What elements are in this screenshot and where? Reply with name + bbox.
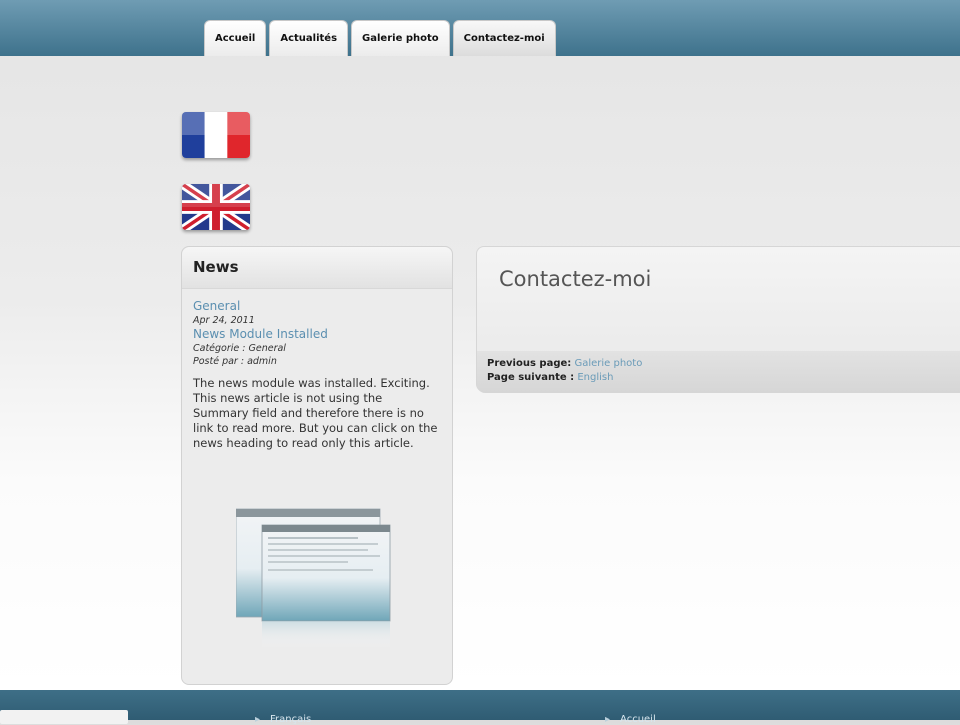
news-headline-link[interactable]: News Module Installed [193,327,441,342]
previous-page-link[interactable]: Galerie photo [574,358,642,369]
flag-france-icon[interactable] [182,112,250,158]
next-page-label: Page suivante : [487,372,575,383]
flag-uk-icon[interactable] [182,184,250,230]
news-item: General Apr 24, 2011 News Module Install… [182,289,452,451]
tab-accueil[interactable]: Accueil [204,20,267,56]
news-sidebar: News General Apr 24, 2011 News Module In… [181,246,453,685]
footer: Français Accueil [0,690,960,725]
next-page-row: Page suivante : English [487,371,950,385]
previous-page-row: Previous page: Galerie photo [487,357,950,371]
news-screenshot-image [236,508,391,649]
main-nav: Accueil Actualités Galerie photo Contact… [204,20,556,56]
news-category-line: Catégorie : General [193,343,286,354]
next-page-link[interactable]: English [577,372,613,383]
previous-page-label: Previous page: [487,358,572,369]
news-heading: News [182,247,452,289]
footer-search-box[interactable] [0,710,128,724]
tab-contactez-moi[interactable]: Contactez-moi [452,20,556,56]
news-posted-by: Posté par : admin [193,356,277,367]
tab-actualites[interactable]: Actualités [269,20,349,56]
news-body: The news module was installed. Exciting.… [193,376,438,450]
content-panel: Contactez-moi Previous page: Galerie pho… [476,246,960,393]
news-date: Apr 24, 2011 [193,315,255,326]
news-category-link[interactable]: General [193,299,441,314]
page-title: Contactez-moi [499,267,652,291]
tab-galerie-photo[interactable]: Galerie photo [351,20,450,56]
page-navigation: Previous page: Galerie photo Page suivan… [477,351,960,393]
